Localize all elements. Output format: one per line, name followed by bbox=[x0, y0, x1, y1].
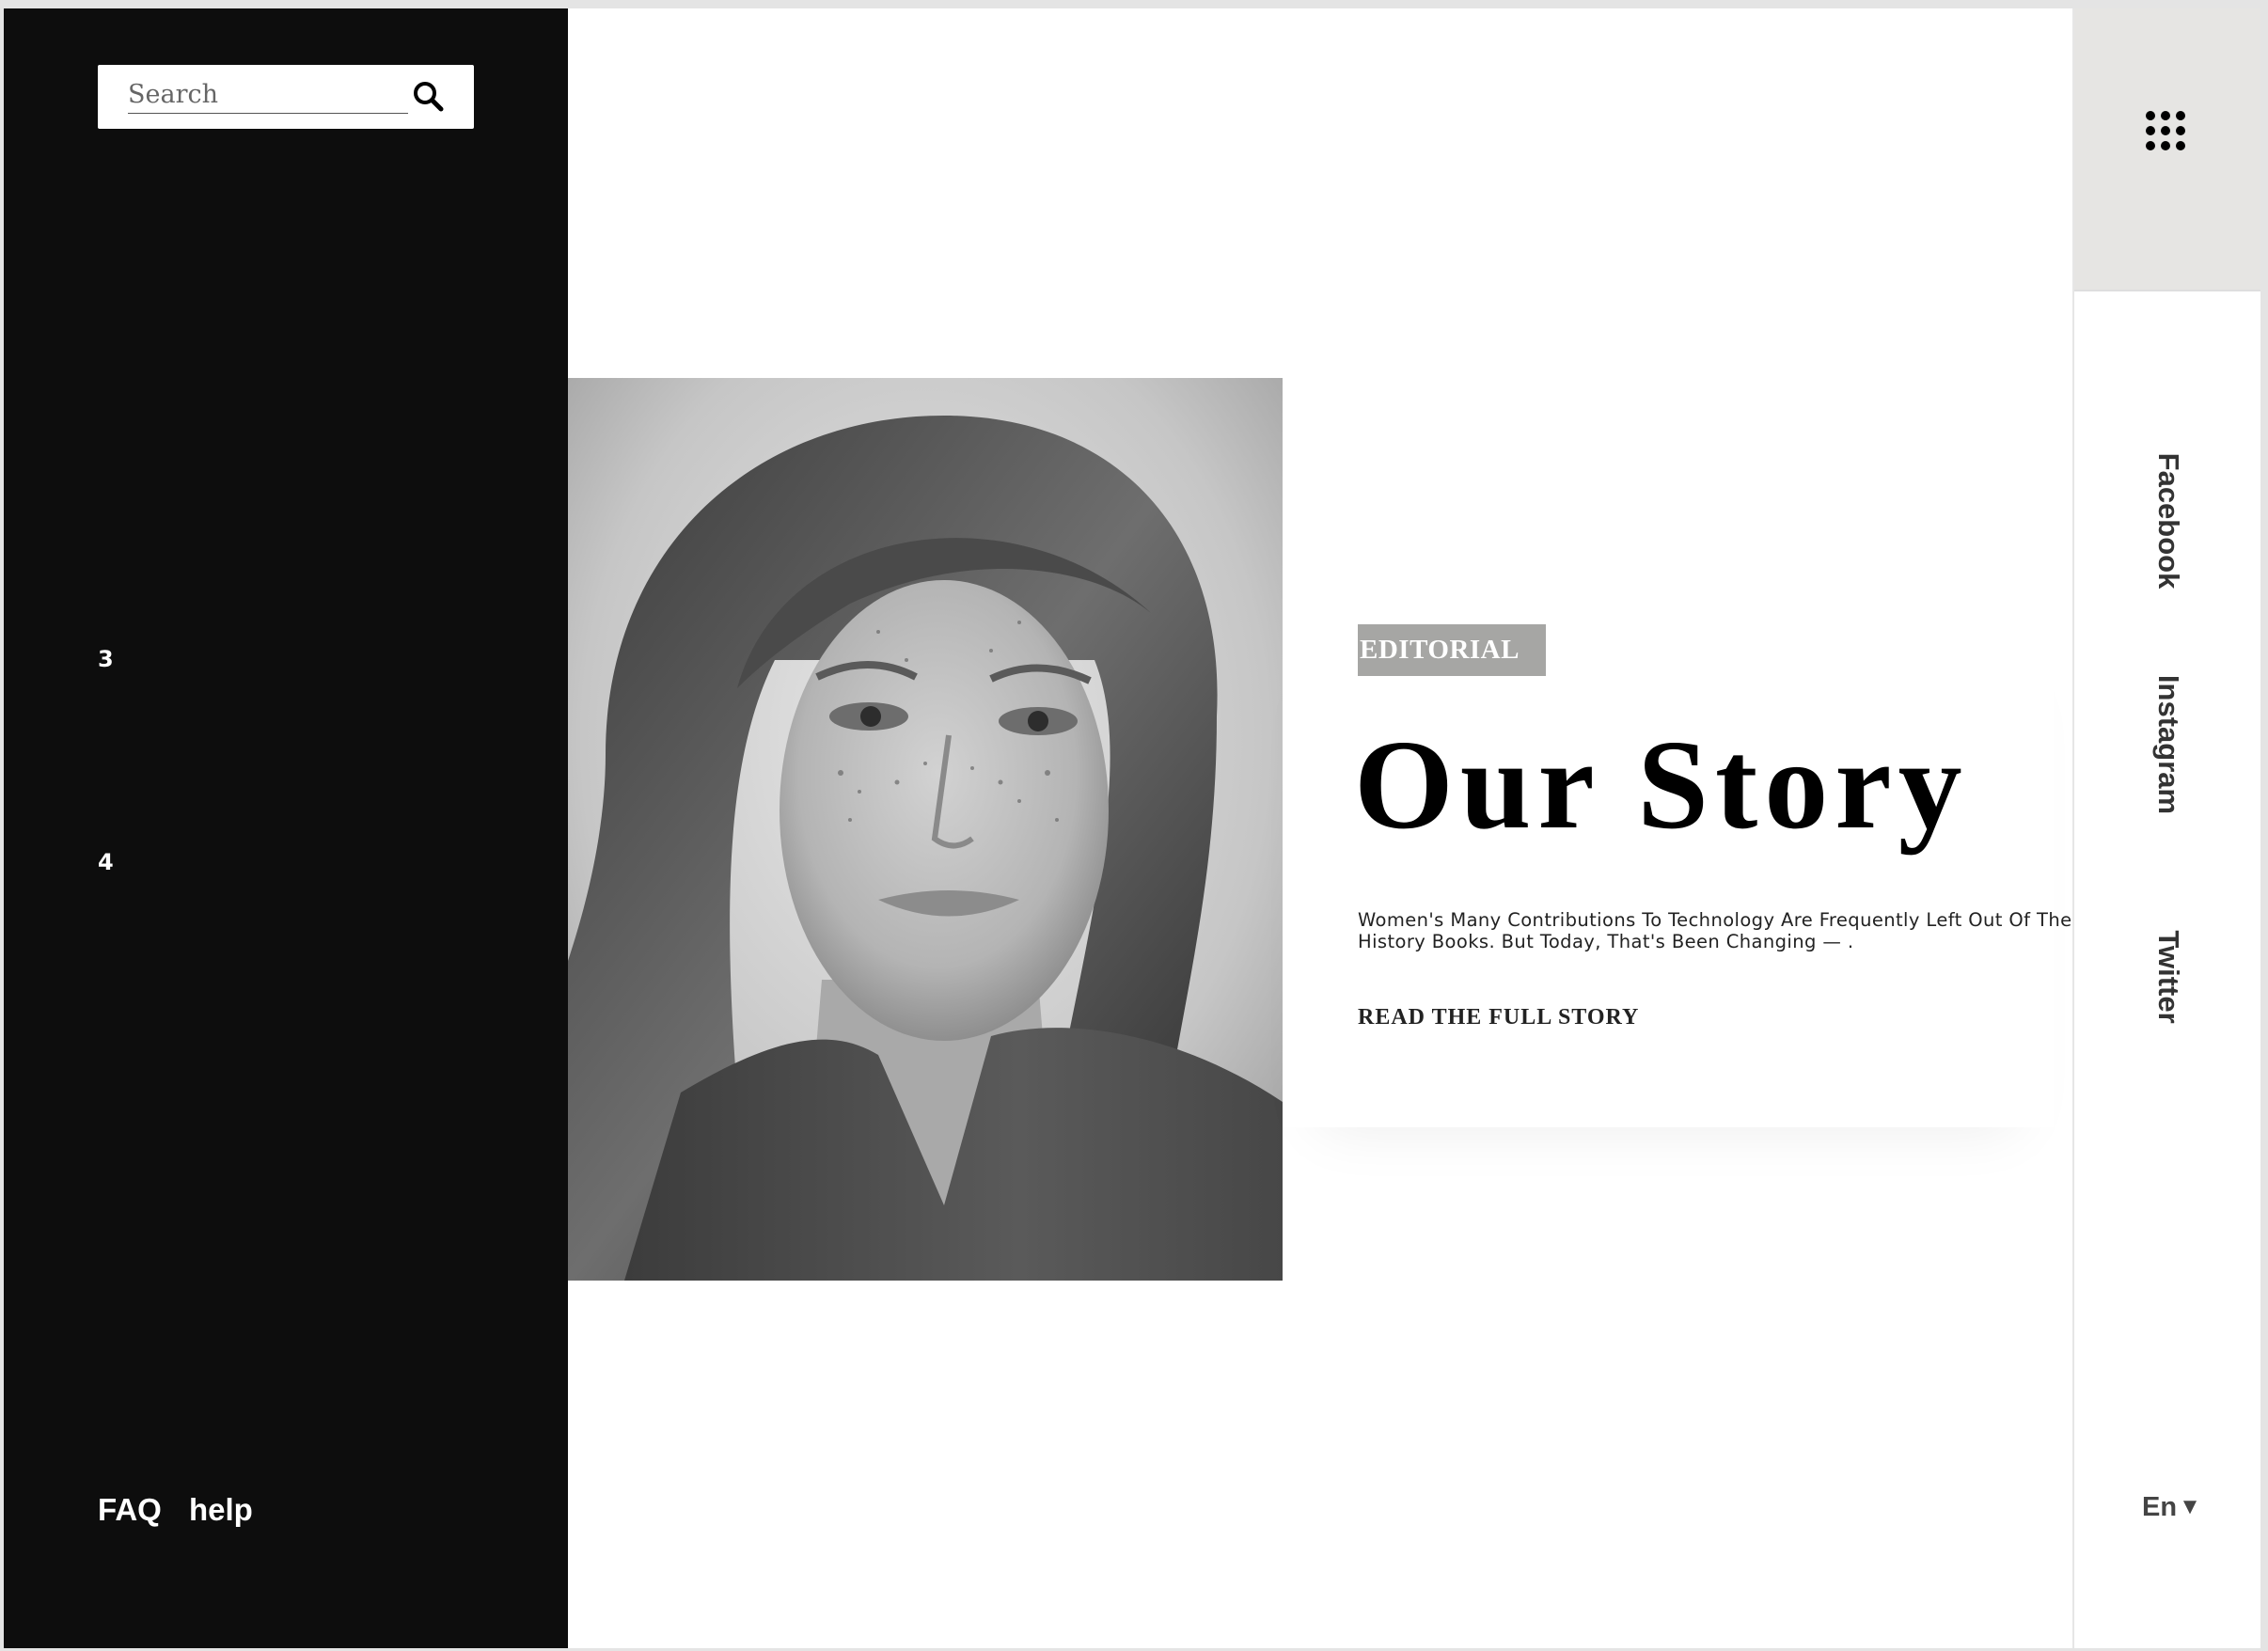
left-sidebar: 3 4 FAQ help bbox=[4, 8, 568, 1648]
twitter-link[interactable]: Twitter bbox=[2151, 930, 2185, 1023]
facebook-link[interactable]: Facebook bbox=[2151, 453, 2185, 590]
search-button[interactable] bbox=[410, 78, 448, 116]
portrait-image bbox=[568, 378, 1283, 1281]
page-frame: 3 4 FAQ help bbox=[4, 8, 2260, 1648]
sidebar-number: 3 bbox=[98, 646, 114, 672]
hero-photo bbox=[568, 378, 1283, 1281]
menu-button[interactable] bbox=[2145, 110, 2192, 166]
help-link[interactable]: help bbox=[189, 1492, 253, 1528]
grid-dots-icon bbox=[2146, 111, 2185, 150]
story-description: Women's Many Contributions To Technology… bbox=[1358, 909, 2072, 952]
category-badge: EDITORIAL bbox=[1358, 624, 1546, 676]
right-rail: Facebook Instagram Twitter En▼ bbox=[2072, 8, 2260, 1648]
search-icon bbox=[414, 82, 444, 112]
language-label: En bbox=[2142, 1492, 2178, 1522]
faq-link[interactable]: FAQ bbox=[98, 1492, 162, 1528]
caret-down-icon: ▼ bbox=[2179, 1494, 2201, 1519]
sidebar-number: 4 bbox=[98, 849, 114, 875]
menu-cell bbox=[2074, 8, 2260, 291]
instagram-link[interactable]: Instagram bbox=[2151, 675, 2185, 814]
read-full-story-link[interactable]: READ THE FULL STORY bbox=[1358, 1005, 1639, 1030]
language-selector[interactable]: En▼ bbox=[2142, 1492, 2201, 1523]
story-card-shadow bbox=[1283, 620, 2054, 1127]
story-title: Our Story bbox=[1354, 715, 1969, 856]
search-input[interactable] bbox=[128, 76, 408, 114]
search-box bbox=[98, 65, 474, 129]
